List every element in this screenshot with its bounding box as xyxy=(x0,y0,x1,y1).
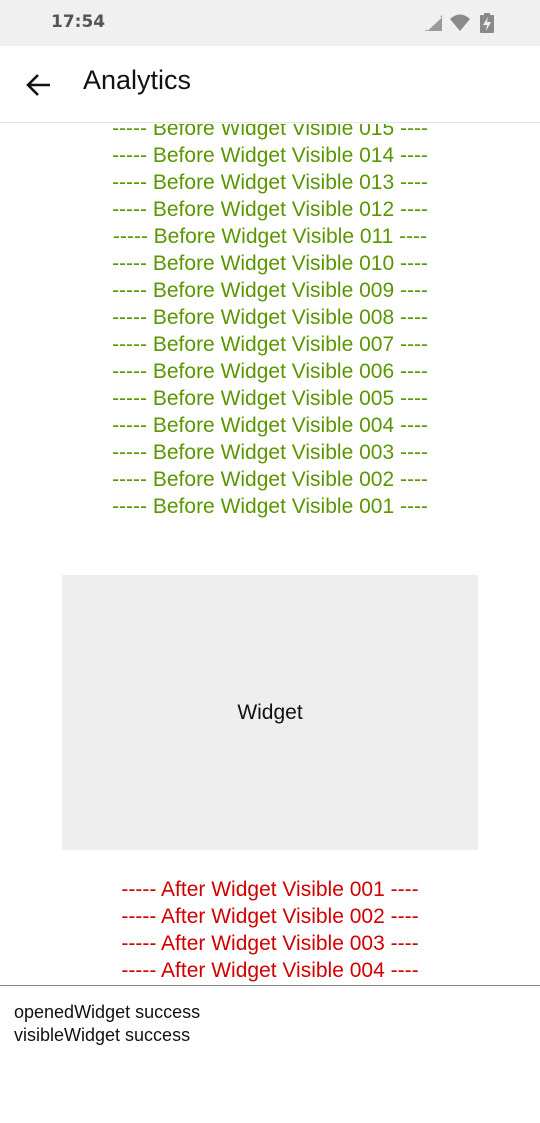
after-item: ----- After Widget Visible 004 ---- xyxy=(121,959,419,982)
widget-label: Widget xyxy=(237,700,303,724)
log-line: visibleWidget success xyxy=(14,1025,191,1045)
before-widget-list: ----- Before Widget Visible 015 ---- ---… xyxy=(0,124,540,520)
before-item: ----- Before Widget Visible 008 ---- xyxy=(112,306,428,329)
arrow-left-icon xyxy=(26,74,50,96)
before-item: ----- Before Widget Visible 001 ---- xyxy=(112,495,428,518)
divider xyxy=(0,985,540,986)
wifi-icon xyxy=(449,13,471,37)
after-widget-list: ----- After Widget Visible 001 ---- ----… xyxy=(0,876,540,984)
before-item: ----- Before Widget Visible 009 ---- xyxy=(112,279,428,302)
after-item: ----- After Widget Visible 002 ---- xyxy=(121,905,419,928)
after-item: ----- After Widget Visible 003 ---- xyxy=(121,932,419,955)
app-bar: Analytics xyxy=(0,46,540,123)
before-item: ----- Before Widget Visible 015 ---- xyxy=(112,124,428,140)
before-item: ----- Before Widget Visible 011 ---- xyxy=(112,225,428,248)
before-item: ----- Before Widget Visible 006 ---- xyxy=(112,360,428,383)
before-item: ----- Before Widget Visible 005 ---- xyxy=(112,387,428,410)
back-button[interactable] xyxy=(24,70,54,100)
log-line: openedWidget success xyxy=(14,1002,201,1022)
status-icons xyxy=(424,13,504,33)
before-item: ----- Before Widget Visible 013 ---- xyxy=(112,171,428,194)
before-item: ----- Before Widget Visible 002 ---- xyxy=(112,468,428,491)
after-item: ----- After Widget Visible 001 ---- xyxy=(121,878,419,901)
before-item: ----- Before Widget Visible 003 ---- xyxy=(112,441,428,464)
scroll-content[interactable]: ----- Before Widget Visible 015 ---- ---… xyxy=(0,124,540,985)
before-item: ----- Before Widget Visible 012 ---- xyxy=(112,198,428,221)
widget-box[interactable]: Widget xyxy=(62,575,478,850)
status-time: 17:54 xyxy=(51,12,106,32)
page-title: Analytics xyxy=(83,65,192,95)
before-item: ----- Before Widget Visible 007 ---- xyxy=(112,333,428,356)
status-bar: 17:54 xyxy=(0,0,540,46)
before-item: ----- Before Widget Visible 004 ---- xyxy=(112,414,428,437)
signal-icon xyxy=(424,13,444,37)
before-item: ----- Before Widget Visible 014 ---- xyxy=(112,144,428,167)
before-item: ----- Before Widget Visible 010 ---- xyxy=(112,252,428,275)
battery-charging-icon xyxy=(480,13,494,37)
event-log: openedWidget success visibleWidget succe… xyxy=(14,1001,534,1047)
